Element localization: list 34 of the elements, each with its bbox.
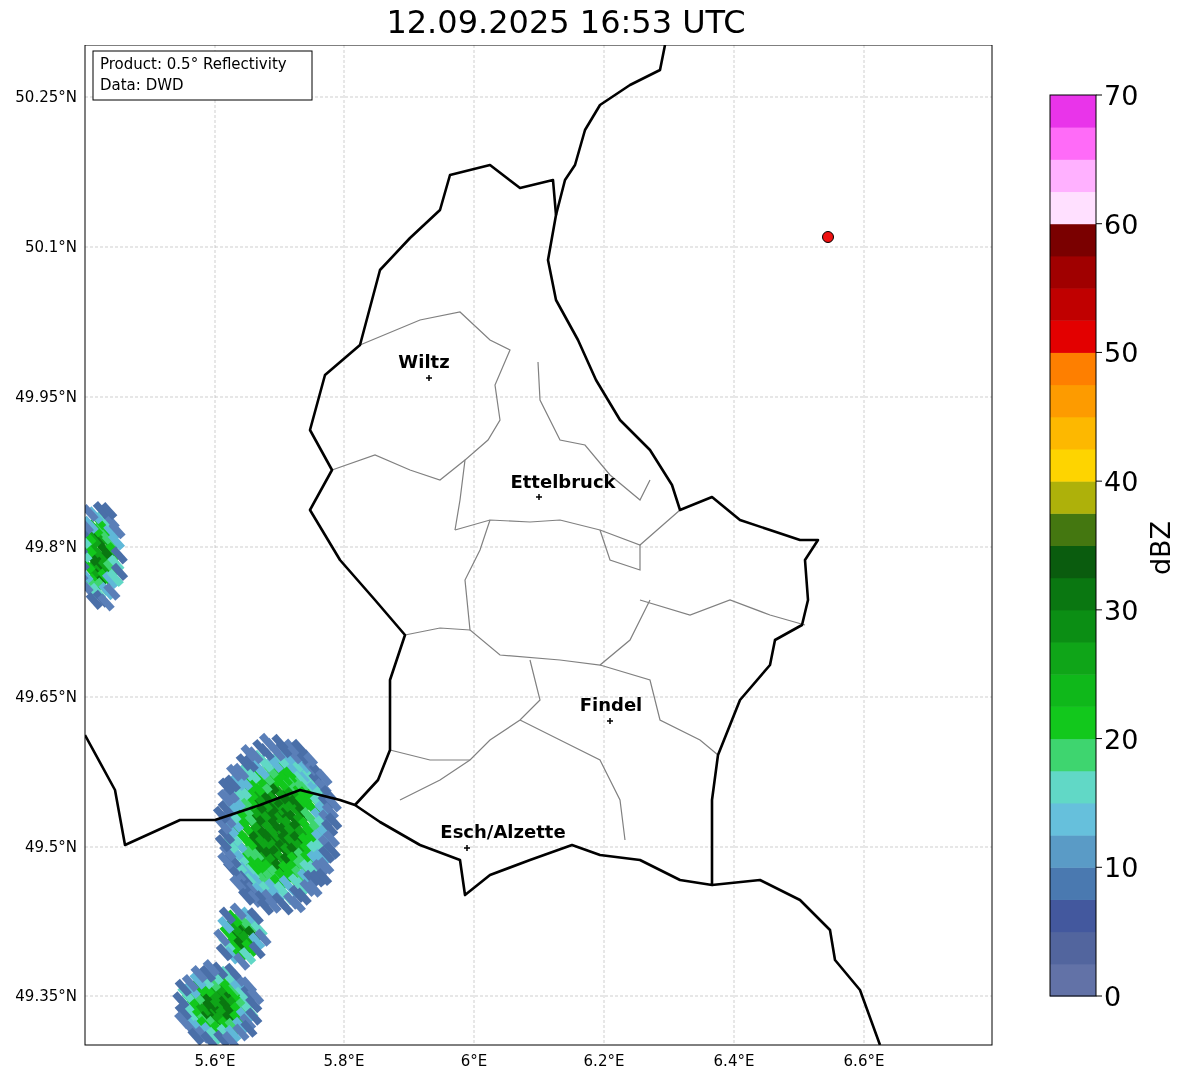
info-text: Product: 0.5° Reflectivity <box>100 55 287 73</box>
latitude-label: 49.65°N <box>15 688 77 706</box>
colorbar-tick-label: 40 <box>1104 466 1139 498</box>
longitude-label: 6°E <box>460 1052 488 1070</box>
latitude-label: 49.5°N <box>24 838 77 856</box>
colorbar-tick-label: 0 <box>1104 981 1122 1012</box>
colorbar-label: dBZ <box>1145 520 1176 576</box>
latitude-label: 49.8°N <box>24 538 77 556</box>
city-label: Ettelbruck <box>510 471 616 492</box>
longitude-label: 6.2°E <box>583 1052 625 1070</box>
city-marker-icon <box>463 844 471 852</box>
longitude-label: 5.6°E <box>194 1052 236 1070</box>
longitude-label: 6.6°E <box>843 1052 885 1070</box>
city-label: Esch/Alzette <box>440 821 566 842</box>
city-label: Findel <box>579 694 643 715</box>
city-marker-icon <box>606 717 614 725</box>
latitude-label: 49.95°N <box>15 388 77 406</box>
colorbar-tick-label: 10 <box>1104 852 1139 884</box>
location-marker <box>822 231 834 243</box>
city-marker-icon <box>425 374 433 382</box>
longitude-label: 6.4°E <box>713 1052 755 1070</box>
latitude-label: 49.35°N <box>15 987 77 1005</box>
latitude-label: 50.25°N <box>15 88 77 106</box>
colorbar-tick-label: 30 <box>1104 594 1139 626</box>
colorbar-tick-label: 50 <box>1104 337 1139 369</box>
latitude-label: 50.1°N <box>24 238 77 256</box>
info-text: Data: DWD <box>100 76 184 94</box>
colorbar-tick-label: 70 <box>1104 80 1139 111</box>
colorbar-tick-label: 20 <box>1104 723 1139 755</box>
figure-title: 12.09.2025 16:53 UTC <box>386 2 746 43</box>
city-label: Wiltz <box>398 351 450 372</box>
longitude-label: 5.8°E <box>323 1052 365 1070</box>
colorbar-tick-label: 60 <box>1104 208 1139 240</box>
city-marker-icon <box>535 493 543 501</box>
